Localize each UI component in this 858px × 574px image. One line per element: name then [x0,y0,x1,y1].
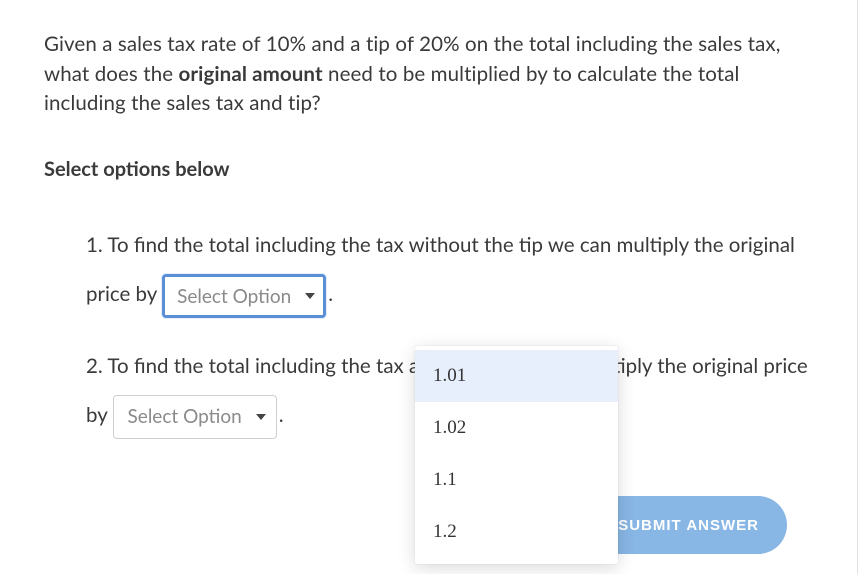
chevron-down-icon [305,293,315,299]
question-bold: original amount [179,62,323,86]
submit-answer-button[interactable]: SUBMIT ANSWER [590,496,787,554]
chevron-down-icon [256,414,266,420]
select-option-2[interactable]: Select Option [113,395,277,439]
tax-rate: 10% [266,32,307,56]
dropdown-option[interactable]: 1.2 [415,506,618,558]
question-part: Given a sales tax rate of [44,32,266,56]
dropdown-menu: 1.01 1.02 1.1 1.2 [415,346,618,564]
item-number: 2. [86,354,103,378]
list-item: 1. To find the total including the tax w… [86,221,813,319]
select-option-1[interactable]: Select Option [162,274,326,318]
dropdown-option[interactable]: 1.02 [415,402,618,454]
question-part: and a tip of [306,32,419,56]
tip-rate: 20% [419,32,460,56]
item-text-after: . [328,282,333,306]
question-text: Given a sales tax rate of 10% and a tip … [44,30,813,119]
select-instruction: Select options below [44,157,813,181]
dropdown-option[interactable]: 1.1 [415,454,618,506]
select-placeholder: Select Option [177,287,291,306]
item-text-after: . [279,403,284,427]
item-number: 1. [86,233,103,257]
dropdown-option[interactable]: 1.01 [415,350,618,402]
select-placeholder: Select Option [128,407,242,426]
question-frame: Given a sales tax rate of 10% and a tip … [0,0,858,574]
